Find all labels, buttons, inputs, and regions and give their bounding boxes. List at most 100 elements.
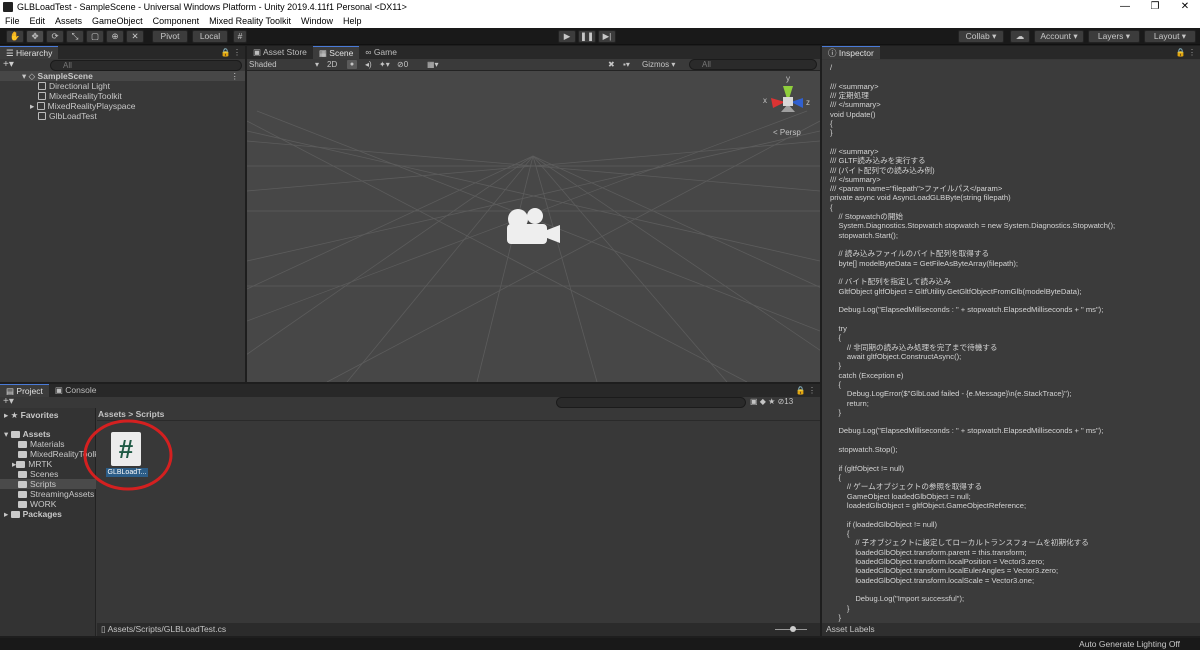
tab-asset-store[interactable]: ▣ Asset Store [247, 46, 313, 59]
code-line: /// GLTF読み込みを実行する [830, 156, 926, 166]
collab-button[interactable]: Collab ▾ [958, 30, 1004, 43]
account-dropdown[interactable]: Account ▾ [1034, 30, 1084, 43]
local-toggle[interactable]: Local [192, 30, 228, 43]
shading-mode-dropdown[interactable]: Shaded ▾ [249, 59, 321, 70]
cloud-icon[interactable]: ☁ [1010, 30, 1030, 43]
assets-item[interactable]: ▾ Assets [4, 429, 51, 439]
add-object-button[interactable]: +▾ [3, 59, 14, 70]
scale-tool-icon[interactable]: ⤡ [66, 30, 84, 43]
audio-toggle-icon[interactable]: ◂) [365, 59, 372, 70]
rect-tool-icon[interactable]: ▢ [86, 30, 104, 43]
folder-label: MRTK [28, 459, 53, 469]
hand-tool-icon[interactable]: ✋ [6, 30, 24, 43]
filter-icons[interactable]: ▣ ◆ ★ ⊘13 [750, 396, 793, 408]
collab-label: Collab ▾ [965, 31, 997, 41]
code-line: { [830, 379, 841, 389]
code-line: Debug.Log("ElapsedMilliseconds : " + sto… [830, 426, 1104, 436]
scene-search-input[interactable]: All [689, 59, 817, 70]
menu-gameobject[interactable]: GameObject [87, 14, 148, 28]
grid-snap-icon[interactable]: # [233, 30, 247, 43]
hierarchy-search-input[interactable]: All [50, 60, 242, 71]
menu-mixed-reality-toolkit[interactable]: Mixed Reality Toolkit [204, 14, 296, 28]
create-asset-button[interactable]: +▾ [3, 396, 14, 407]
inspector-panel-menu-icon[interactable]: 🔒 ⋮ [1176, 46, 1196, 59]
code-line: } [830, 612, 841, 622]
tools-icon[interactable]: ✖ [608, 59, 615, 70]
code-line: loadedGlbObject.transform.localScale = V… [830, 575, 1035, 585]
code-line: if (loadedGlbObject != null) [830, 519, 937, 529]
packages-item[interactable]: ▸ Packages [4, 509, 62, 519]
close-button[interactable]: ✕ [1170, 0, 1200, 14]
code-line: // 読み込みファイルのバイト配列を取得する [830, 249, 990, 259]
hierarchy-item[interactable]: Directional Light [38, 81, 110, 91]
hierarchy-item[interactable]: GlbLoadTest [38, 111, 97, 121]
code-line: // 非同期の読み込み処理を完了まで待機する [830, 342, 998, 352]
window-title: GLBLoadTest - SampleScene - Universal Wi… [17, 2, 407, 12]
code-line: { [830, 333, 841, 343]
folder-item[interactable]: WORK [18, 499, 56, 509]
code-line: stopwatch.Stop(); [830, 445, 898, 455]
eye-slash-icon: ⊘ [397, 60, 404, 69]
camera-gizmo-icon[interactable] [504, 206, 562, 248]
rotate-tool-icon[interactable]: ⟳ [46, 30, 64, 43]
pause-button[interactable]: ❚❚ [578, 30, 596, 43]
effects-toggle-icon[interactable]: ✦▾ [379, 59, 390, 70]
menu-assets[interactable]: Assets [50, 14, 87, 28]
project-hidden-count: 13 [784, 397, 794, 406]
folder-item[interactable]: Scenes [18, 469, 58, 479]
hidden-objects-toggle[interactable]: ⊘0 [397, 59, 408, 70]
project-search-input[interactable] [556, 397, 746, 408]
code-line: } [830, 361, 841, 371]
minimize-button[interactable]: — [1110, 0, 1140, 14]
custom-tool-icon[interactable]: ✕ [126, 30, 144, 43]
layers-dropdown[interactable]: Layers ▾ [1088, 30, 1140, 43]
hierarchy-item[interactable]: MixedRealityToolkit [38, 91, 122, 101]
menu-help[interactable]: Help [338, 14, 367, 28]
menu-file[interactable]: File [0, 14, 25, 28]
scene-tabbar: ▣ Asset Store ▦ Scene ∞ Game [247, 46, 820, 59]
scene-row[interactable]: ▾ ◇ SampleScene ⋮ [0, 71, 245, 81]
persp-label[interactable]: < Persp [773, 128, 801, 137]
tab-scene[interactable]: ▦ Scene [312, 46, 360, 59]
hierarchy-search-placeholder: All [63, 61, 72, 70]
camera-settings-icon[interactable]: ▪▾ [623, 59, 630, 70]
zoom-slider-handle[interactable] [790, 626, 796, 632]
game-tab-label: Game [373, 47, 397, 57]
expand-arrow-icon[interactable]: ▸ [30, 101, 37, 111]
code-line: /// </summary> [830, 100, 881, 110]
asset-labels-header[interactable]: Asset Labels [822, 623, 1200, 636]
2d-toggle[interactable]: 2D [327, 59, 341, 70]
hierarchy-item[interactable]: ▸ MixedRealityPlayspace [30, 101, 136, 111]
pivot-toggle[interactable]: Pivot [152, 30, 188, 43]
folder-item[interactable]: ▸ MRTK [12, 459, 52, 469]
menu-edit[interactable]: Edit [25, 14, 51, 28]
move-tool-icon[interactable]: ✥ [26, 30, 44, 43]
grid-toggle-icon[interactable]: ▦▾ [427, 59, 439, 70]
hierarchy-panel-menu-icon[interactable]: 🔒 ⋮ [221, 46, 241, 59]
tab-console[interactable]: ▣ Console [49, 384, 103, 397]
favorites-item[interactable]: ▸ ★ Favorites [4, 410, 58, 420]
code-line: Debug.Log("ElapsedMilliseconds : " + sto… [830, 305, 1104, 315]
folder-item[interactable]: Materials [18, 439, 64, 449]
tab-hierarchy[interactable]: ☰ Hierarchy [0, 46, 59, 59]
play-button[interactable]: ▶ [558, 30, 576, 43]
axis-gizmo[interactable]: y x z [757, 74, 812, 126]
menu-window[interactable]: Window [296, 14, 338, 28]
lighting-toggle-icon[interactable]: ● [347, 60, 357, 69]
window-titlebar: GLBLoadTest - SampleScene - Universal Wi… [0, 0, 1200, 14]
scene-search-placeholder: All [702, 60, 711, 69]
step-button[interactable]: ▶| [598, 30, 616, 43]
tab-inspector[interactable]: ⓘ Inspector [822, 46, 880, 59]
layers-label: Layers [1097, 31, 1124, 41]
project-panel-menu-icon[interactable]: 🔒 ⋮ [796, 384, 816, 397]
layout-dropdown[interactable]: Layout ▾ [1144, 30, 1196, 43]
code-line: { [830, 202, 833, 212]
pivot-label: Pivot [160, 31, 180, 41]
tab-game[interactable]: ∞ Game [359, 46, 403, 59]
transform-tool-icon[interactable]: ⊕ [106, 30, 124, 43]
menu-component[interactable]: Component [148, 14, 205, 28]
unity-logo-icon [3, 2, 13, 12]
maximize-button[interactable]: ❐ [1140, 0, 1170, 14]
gizmos-dropdown[interactable]: Gizmos ▾ [642, 59, 686, 70]
code-line: private async void AsyncLoadGLBByte(stri… [830, 193, 1011, 203]
